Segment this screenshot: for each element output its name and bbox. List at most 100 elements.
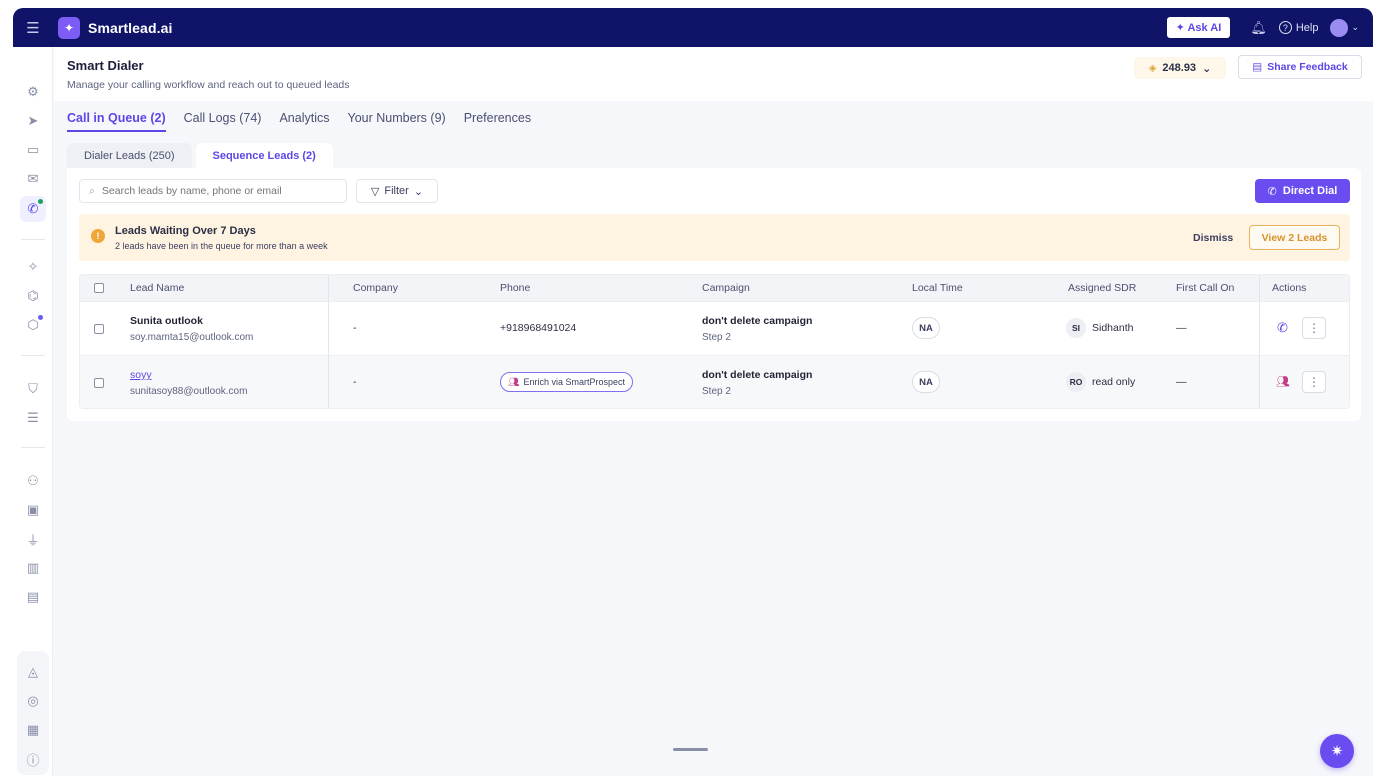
workspace-icon[interactable]: ⚙ — [20, 79, 46, 105]
tab-call-in-queue[interactable]: Call in Queue (2) — [67, 111, 166, 132]
feedback-icon: ▤ — [1252, 61, 1263, 73]
subtab-sequence-leads[interactable]: Sequence Leads (2) — [195, 143, 333, 168]
row-checkbox[interactable] — [94, 378, 104, 388]
col-assigned-sdr[interactable]: Assigned SDR — [1068, 282, 1136, 294]
page-title: Smart Dialer — [67, 58, 144, 73]
company-cell: - — [353, 376, 357, 388]
bell-icon[interactable]: 🔔︎ — [1250, 20, 1267, 36]
phone-icon[interactable]: ✆ — [20, 196, 46, 222]
col-phone[interactable]: Phone — [500, 282, 530, 294]
col-company[interactable]: Company — [353, 282, 398, 294]
chat-icon[interactable]: ▭ — [20, 137, 46, 163]
direct-dial-button[interactable]: ✆ Direct Dial — [1255, 179, 1350, 203]
resize-handle[interactable] — [673, 748, 708, 751]
calendar-icon[interactable]: ▦ — [20, 717, 46, 743]
credits-dropdown[interactable]: ◈ 248.93 ⌄ — [1134, 57, 1226, 79]
table-header: Lead Name Company Phone Campaign Local T… — [80, 275, 1349, 301]
row-checkbox[interactable] — [94, 324, 104, 334]
enrich-label: Enrich via SmartProspect — [523, 377, 625, 387]
view-leads-button[interactable]: View 2 Leads — [1249, 225, 1340, 250]
building-icon[interactable]: ▥ — [20, 555, 46, 581]
row-more-menu[interactable]: ⋮ — [1302, 371, 1326, 393]
more-vertical-icon[interactable]: ⋮ — [1302, 317, 1326, 339]
help-icon: ? — [1278, 21, 1292, 34]
main-tabs: Call in Queue (2) Call Logs (74) Analyti… — [67, 111, 531, 132]
phone-cell: 👥︎ Enrich via SmartProspect — [500, 372, 633, 392]
status-dot — [38, 315, 43, 320]
select-all-checkbox[interactable] — [94, 283, 104, 293]
assistant-fab-icon[interactable]: ✷ — [1320, 734, 1354, 768]
table-row[interactable]: soyy sunitasoy88@outlook.com - 👥︎ Enrich… — [80, 355, 1349, 408]
local-time-cell: NA — [912, 317, 940, 339]
first-call-cell: — — [1176, 322, 1187, 334]
shield-icon[interactable]: ⛉ — [20, 376, 46, 402]
help-label: Help — [1295, 21, 1319, 34]
company-cell: - — [353, 322, 357, 334]
lead-name[interactable]: Sunita outlook — [130, 315, 253, 327]
sparkles-icon[interactable]: ✧ — [20, 254, 46, 280]
enrich-button[interactable]: 👥︎ Enrich via SmartProspect — [500, 372, 633, 392]
search-input[interactable] — [101, 185, 332, 197]
mail-icon[interactable]: ✉ — [20, 166, 46, 192]
share-feedback-button[interactable]: ▤ Share Feedback — [1238, 55, 1362, 79]
filter-button[interactable]: ▽ Filter ⌄ — [356, 179, 438, 203]
campaign-cell: don't delete campaign Step 2 — [702, 369, 812, 397]
robot-icon[interactable]: ⌬ — [20, 283, 46, 309]
enrich-users-icon[interactable]: 👥︎ — [1276, 375, 1290, 388]
filter-icon: ▽ — [370, 185, 380, 198]
campaign-step: Step 2 — [702, 386, 731, 397]
user-avatar[interactable] — [1330, 18, 1349, 37]
sdr-name: read only — [1092, 376, 1136, 388]
agency-icon[interactable]: ▤ — [20, 584, 46, 610]
sdr-avatar: SI — [1066, 318, 1086, 338]
tab-your-numbers[interactable]: Your Numbers (9) — [348, 111, 446, 132]
banner-subtitle: 2 leads have been in the queue for more … — [115, 241, 328, 251]
subtab-dialer-leads[interactable]: Dialer Leads (250) — [67, 143, 192, 168]
col-actions: Actions — [1272, 282, 1307, 294]
status-dot — [38, 199, 43, 204]
search-box[interactable]: ⌕ — [79, 179, 347, 203]
column-divider — [328, 275, 329, 408]
ai-agent-icon[interactable]: ⬡ — [20, 312, 46, 338]
dismiss-button[interactable]: Dismiss — [1193, 232, 1233, 244]
col-local-time[interactable]: Local Time — [912, 282, 963, 294]
col-lead-name[interactable]: Lead Name — [130, 282, 184, 294]
table-row[interactable]: Sunita outlook soy.mamta15@outlook.com -… — [80, 301, 1349, 355]
divider — [21, 355, 45, 356]
col-campaign[interactable]: Campaign — [702, 282, 750, 294]
menu-toggle-icon[interactable]: ☰ — [19, 19, 47, 37]
help-circle-icon[interactable]: ⓘ — [20, 746, 46, 772]
call-icon[interactable]: ✆ — [1277, 320, 1288, 336]
users-icon[interactable]: ⚇ — [20, 468, 46, 494]
graduation-cap-icon[interactable]: ◬ — [20, 659, 46, 685]
server-icon[interactable]: ☰ — [20, 405, 46, 431]
campaign-cell: don't delete campaign Step 2 — [702, 315, 812, 343]
more-vertical-icon[interactable]: ⋮ — [1302, 371, 1326, 393]
direct-dial-label: Direct Dial — [1282, 185, 1338, 197]
tab-call-logs[interactable]: Call Logs (74) — [184, 111, 262, 132]
sub-tabs: Dialer Leads (250) Sequence Leads (2) — [67, 143, 333, 168]
divider — [21, 239, 45, 240]
top-bar-actions: ✦ Ask AI 🔔︎ ? Help ⌄ — [1166, 8, 1359, 47]
tab-preferences[interactable]: Preferences — [464, 111, 531, 132]
sidebar: ⚙ ➤ ▭ ✉ ✆ ✧ ⌬ ⬡ ⛉ ☰ ⚇ ▣ ⏚ ▥ ▤ ◬ ◎ ▦ ⓘ — [13, 47, 53, 776]
search-icon: ⌕ — [89, 184, 95, 197]
local-time-badge: NA — [912, 317, 940, 339]
campaign-name: don't delete campaign — [702, 369, 813, 381]
row-more-menu[interactable]: ⋮ — [1302, 317, 1326, 339]
briefcase-icon[interactable]: ▣ — [20, 497, 46, 523]
headset-icon[interactable]: ◎ — [20, 688, 46, 714]
col-first-call-on[interactable]: First Call On — [1176, 282, 1234, 294]
credits-value: 248.93 — [1162, 62, 1197, 74]
leads-card: ⌕ ▽ Filter ⌄ ✆ Direct Dial ! Leads Waiti… — [67, 168, 1361, 421]
tab-analytics[interactable]: Analytics — [279, 111, 329, 132]
local-time-cell: NA — [912, 371, 940, 393]
plug-icon[interactable]: ⏚ — [20, 526, 46, 552]
send-icon[interactable]: ➤ — [20, 108, 46, 134]
filter-label: Filter — [384, 185, 409, 197]
lead-name[interactable]: soyy — [130, 369, 247, 381]
help-button[interactable]: ? Help — [1278, 21, 1319, 34]
sdr-cell: SI Sidhanth — [1066, 318, 1133, 338]
chevron-down-icon[interactable]: ⌄ — [1351, 22, 1359, 33]
ask-ai-button[interactable]: ✦ Ask AI — [1166, 17, 1231, 38]
